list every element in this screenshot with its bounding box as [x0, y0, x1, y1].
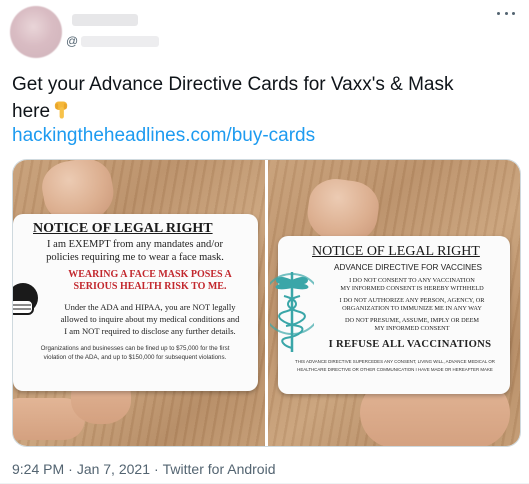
tweet-text-line2: here [12, 101, 51, 122]
tweet-text: Get your Advance Directive Cards for Vax… [12, 71, 517, 125]
tweet-time[interactable]: 9:24 PM [12, 461, 64, 477]
right-card-p1b: MY INFORMED CONSENT IS HEREBY WITHHELD [340, 285, 484, 292]
left-card-title: NOTICE OF LEGAL RIGHT [33, 221, 213, 236]
left-card-warning1: WEARING A FACE MASK POSES A [68, 269, 232, 280]
tweet-text-line2-wrap: here [12, 98, 517, 125]
caduceus-icon [268, 266, 323, 356]
right-card-refuse: I REFUSE ALL VACCINATIONS [328, 339, 492, 350]
left-card-body3: I am NOT required to disclose any furthe… [64, 326, 236, 336]
media-photo-mask-card[interactable]: NOTICE OF LEGAL RIGHT I am EXEMPT from a… [13, 160, 265, 446]
right-card-p1a: I DO NOT CONSENT TO ANY VACCINATION [349, 277, 475, 284]
right-card-p3b: MY INFORMED CONSENT [374, 325, 450, 332]
user-handle[interactable]: @ [66, 34, 160, 48]
buy-cards-link[interactable]: hackingtheheadlines.com/buy-cards [12, 124, 315, 148]
right-card-p3a: DO NOT PRESUME, ASSUME, IMPLY OR DEEM [344, 317, 480, 324]
tweet-text-line1: Get your Advance Directive Cards for Vax… [12, 74, 454, 95]
left-card-warning2: SERIOUS HEALTH RISK TO ME. [73, 281, 227, 292]
display-name-blurred[interactable] [72, 14, 138, 26]
metadata-separator: · [153, 461, 159, 477]
left-card-body1: Under the ADA and HIPAA, you are NOT leg… [64, 302, 236, 312]
avatar[interactable] [10, 6, 62, 58]
right-card-fine2: HEALTHCARE DIRECTIVE OR OTHER COMMUNICAT… [297, 367, 493, 372]
handle-at-sign: @ [66, 34, 79, 48]
left-card-body2: allowed to inquire about my medical cond… [60, 314, 240, 324]
mask-face-icon [13, 280, 43, 324]
tweet-metadata: 9:24 PM · Jan 7, 2021 · Twitter for Andr… [12, 461, 275, 477]
more-options-icon[interactable] [497, 8, 515, 18]
backhand-index-pointing-down-icon [52, 100, 71, 120]
tweet-media[interactable]: NOTICE OF LEGAL RIGHT I am EXEMPT from a… [12, 159, 521, 447]
handle-blurred [81, 35, 160, 47]
right-card-p2a: I DO NOT AUTHORIZE ANY PERSON, AGENCY, O… [339, 297, 485, 304]
right-card-fine1: THIS ADVANCE DIRECTIVE SUPERCEDES ANY CO… [295, 359, 495, 364]
metadata-separator: · [68, 461, 73, 477]
mask-exemption-card: NOTICE OF LEGAL RIGHT I am EXEMPT from a… [13, 214, 258, 391]
media-photo-vaccine-card[interactable]: NOTICE OF LEGAL RIGHT ADVANCE DIRECTIVE … [268, 160, 520, 446]
vaccine-directive-card: NOTICE OF LEGAL RIGHT ADVANCE DIRECTIVE … [268, 236, 510, 394]
tweet-source: Twitter for Android [162, 461, 276, 477]
tweet-header: @ [0, 0, 529, 60]
tweet-date[interactable]: Jan 7, 2021 [77, 461, 150, 477]
right-card-p2b: ORGANIZATION TO IMMUNIZE ME IN ANY WAY [342, 305, 482, 312]
left-card-line2: policies requiring me to wear a face mas… [46, 252, 224, 263]
right-card-title: NOTICE OF LEGAL RIGHT [312, 244, 480, 259]
left-card-line1: I am EXEMPT from any mandates and/or [47, 239, 223, 250]
right-card-subtitle: ADVANCE DIRECTIVE FOR VACCINES [333, 263, 482, 272]
left-card-fine2: violation of the ADA, and up to $150,000… [43, 354, 227, 361]
left-card-fine1: Organizations and businesses can be fine… [40, 345, 230, 352]
